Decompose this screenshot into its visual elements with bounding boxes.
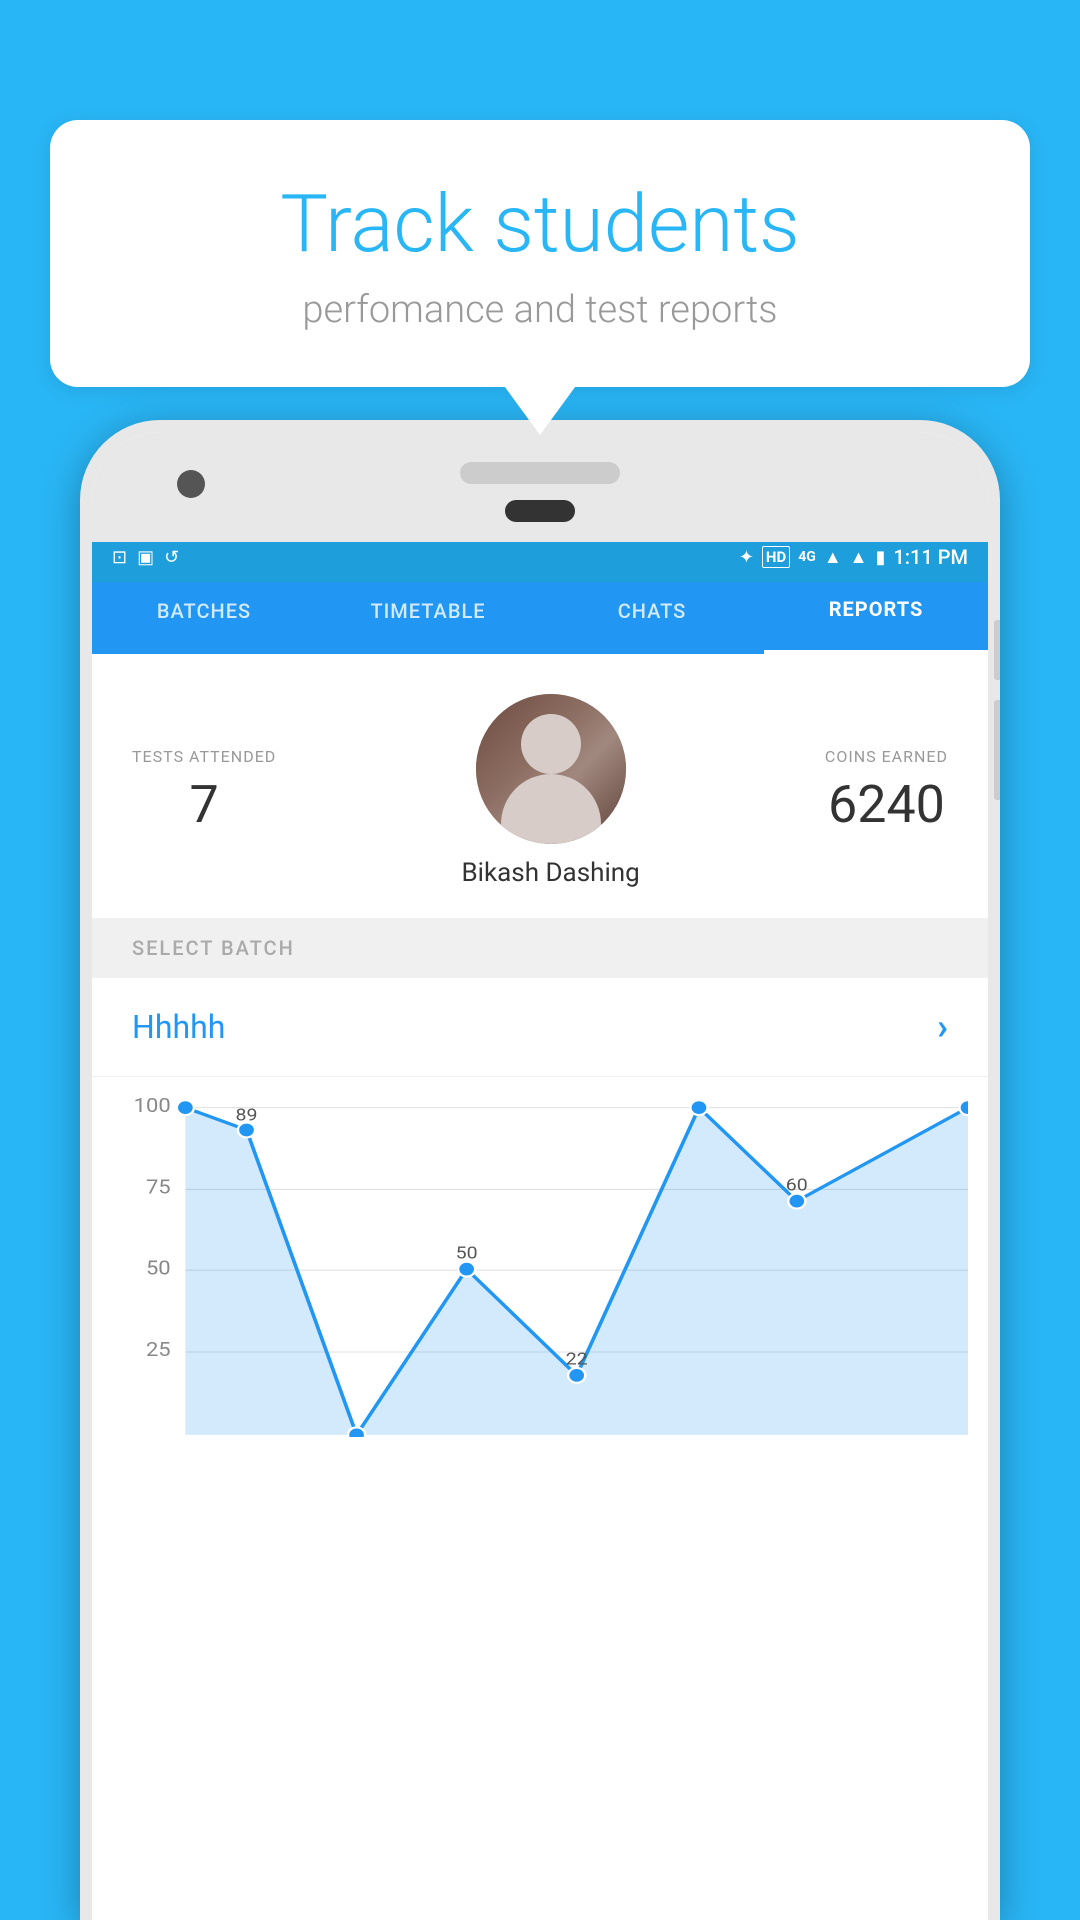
- coins-earned-value: 6240: [825, 774, 948, 835]
- battery-icon: ▮: [875, 547, 885, 568]
- svg-text:50: 50: [456, 1244, 478, 1263]
- avatar: [476, 694, 626, 844]
- status-bar-right: ✦ HD 4G ▲ ▲ ▮ 1:11 PM: [739, 545, 968, 569]
- signal1-icon: ▲: [824, 547, 842, 568]
- clock: 1:11 PM: [893, 545, 968, 569]
- tab-timetable[interactable]: TIMETABLE: [316, 582, 540, 654]
- speaker-grille: [460, 462, 620, 484]
- avatar-image: [476, 694, 626, 844]
- sync-icon: ↺: [164, 547, 179, 568]
- bubble-title: Track students: [130, 180, 950, 268]
- coins-earned-block: COINS EARNED 6240: [825, 747, 948, 835]
- power-button[interactable]: [994, 700, 1000, 800]
- volume-up-button[interactable]: [994, 620, 1000, 680]
- performance-chart: 100 75 50 25: [112, 1097, 968, 1437]
- phone-frame: ⊡ ▣ ↺ ✦ HD 4G ▲ ▲ ▮ 1:11 PM BATCHES: [80, 420, 1000, 1920]
- screen: ⊡ ▣ ↺ ✦ HD 4G ▲ ▲ ▮ 1:11 PM BATCHES: [92, 532, 988, 1920]
- svg-text:25: 25: [146, 1340, 171, 1362]
- front-camera-icon: [177, 470, 205, 498]
- avatar-block: Bikash Dashing: [461, 694, 639, 888]
- phone-inner: ⊡ ▣ ↺ ✦ HD 4G ▲ ▲ ▮ 1:11 PM BATCHES: [92, 432, 988, 1920]
- chevron-right-icon: ›: [937, 1006, 948, 1048]
- svg-text:60: 60: [786, 1176, 808, 1195]
- svg-text:75: 75: [146, 1177, 171, 1199]
- batch-item[interactable]: Hhhhh ›: [92, 978, 988, 1077]
- tab-chats[interactable]: CHATS: [540, 582, 764, 654]
- hd-icon: HD: [762, 546, 790, 568]
- front-sensor: [505, 500, 575, 522]
- select-batch-header: SELECT BATCH: [92, 918, 988, 978]
- user-name: Bikash Dashing: [461, 858, 639, 888]
- profile-section: TESTS ATTENDED 7 Bikash Dashing COINS EA…: [92, 654, 988, 918]
- phone-top-bezel: [92, 432, 988, 542]
- coins-earned-label: COINS EARNED: [825, 747, 948, 766]
- tests-attended-value: 7: [132, 774, 276, 835]
- svg-text:100: 100: [952, 1097, 968, 1102]
- svg-text:100: 100: [169, 1097, 202, 1102]
- select-batch-label: SELECT BATCH: [132, 936, 295, 960]
- svg-text:50: 50: [146, 1258, 171, 1280]
- svg-text:100: 100: [134, 1097, 171, 1117]
- signal2-icon: ▲: [850, 547, 868, 568]
- tab-reports[interactable]: REPORTS: [764, 582, 988, 654]
- image-icon: ▣: [137, 547, 154, 568]
- speech-bubble: Track students perfomance and test repor…: [50, 120, 1030, 387]
- network-icon: 4G: [798, 549, 816, 565]
- bluetooth-icon: ✦: [739, 547, 754, 568]
- status-bar-left: ⊡ ▣ ↺: [112, 547, 179, 568]
- tab-batches[interactable]: BATCHES: [92, 582, 316, 654]
- notification-icon: ⊡: [112, 547, 127, 568]
- chart-section: 100 75 50 25: [92, 1077, 988, 1437]
- svg-text:89: 89: [236, 1106, 258, 1125]
- bubble-subtitle: perfomance and test reports: [130, 288, 950, 332]
- svg-text:100: 100: [682, 1097, 715, 1102]
- svg-text:22: 22: [566, 1350, 588, 1369]
- batch-name: Hhhhh: [132, 1008, 225, 1046]
- tab-bar: BATCHES TIMETABLE CHATS REPORTS: [92, 582, 988, 654]
- tests-attended-label: TESTS ATTENDED: [132, 747, 276, 766]
- tests-attended-block: TESTS ATTENDED 7: [132, 747, 276, 835]
